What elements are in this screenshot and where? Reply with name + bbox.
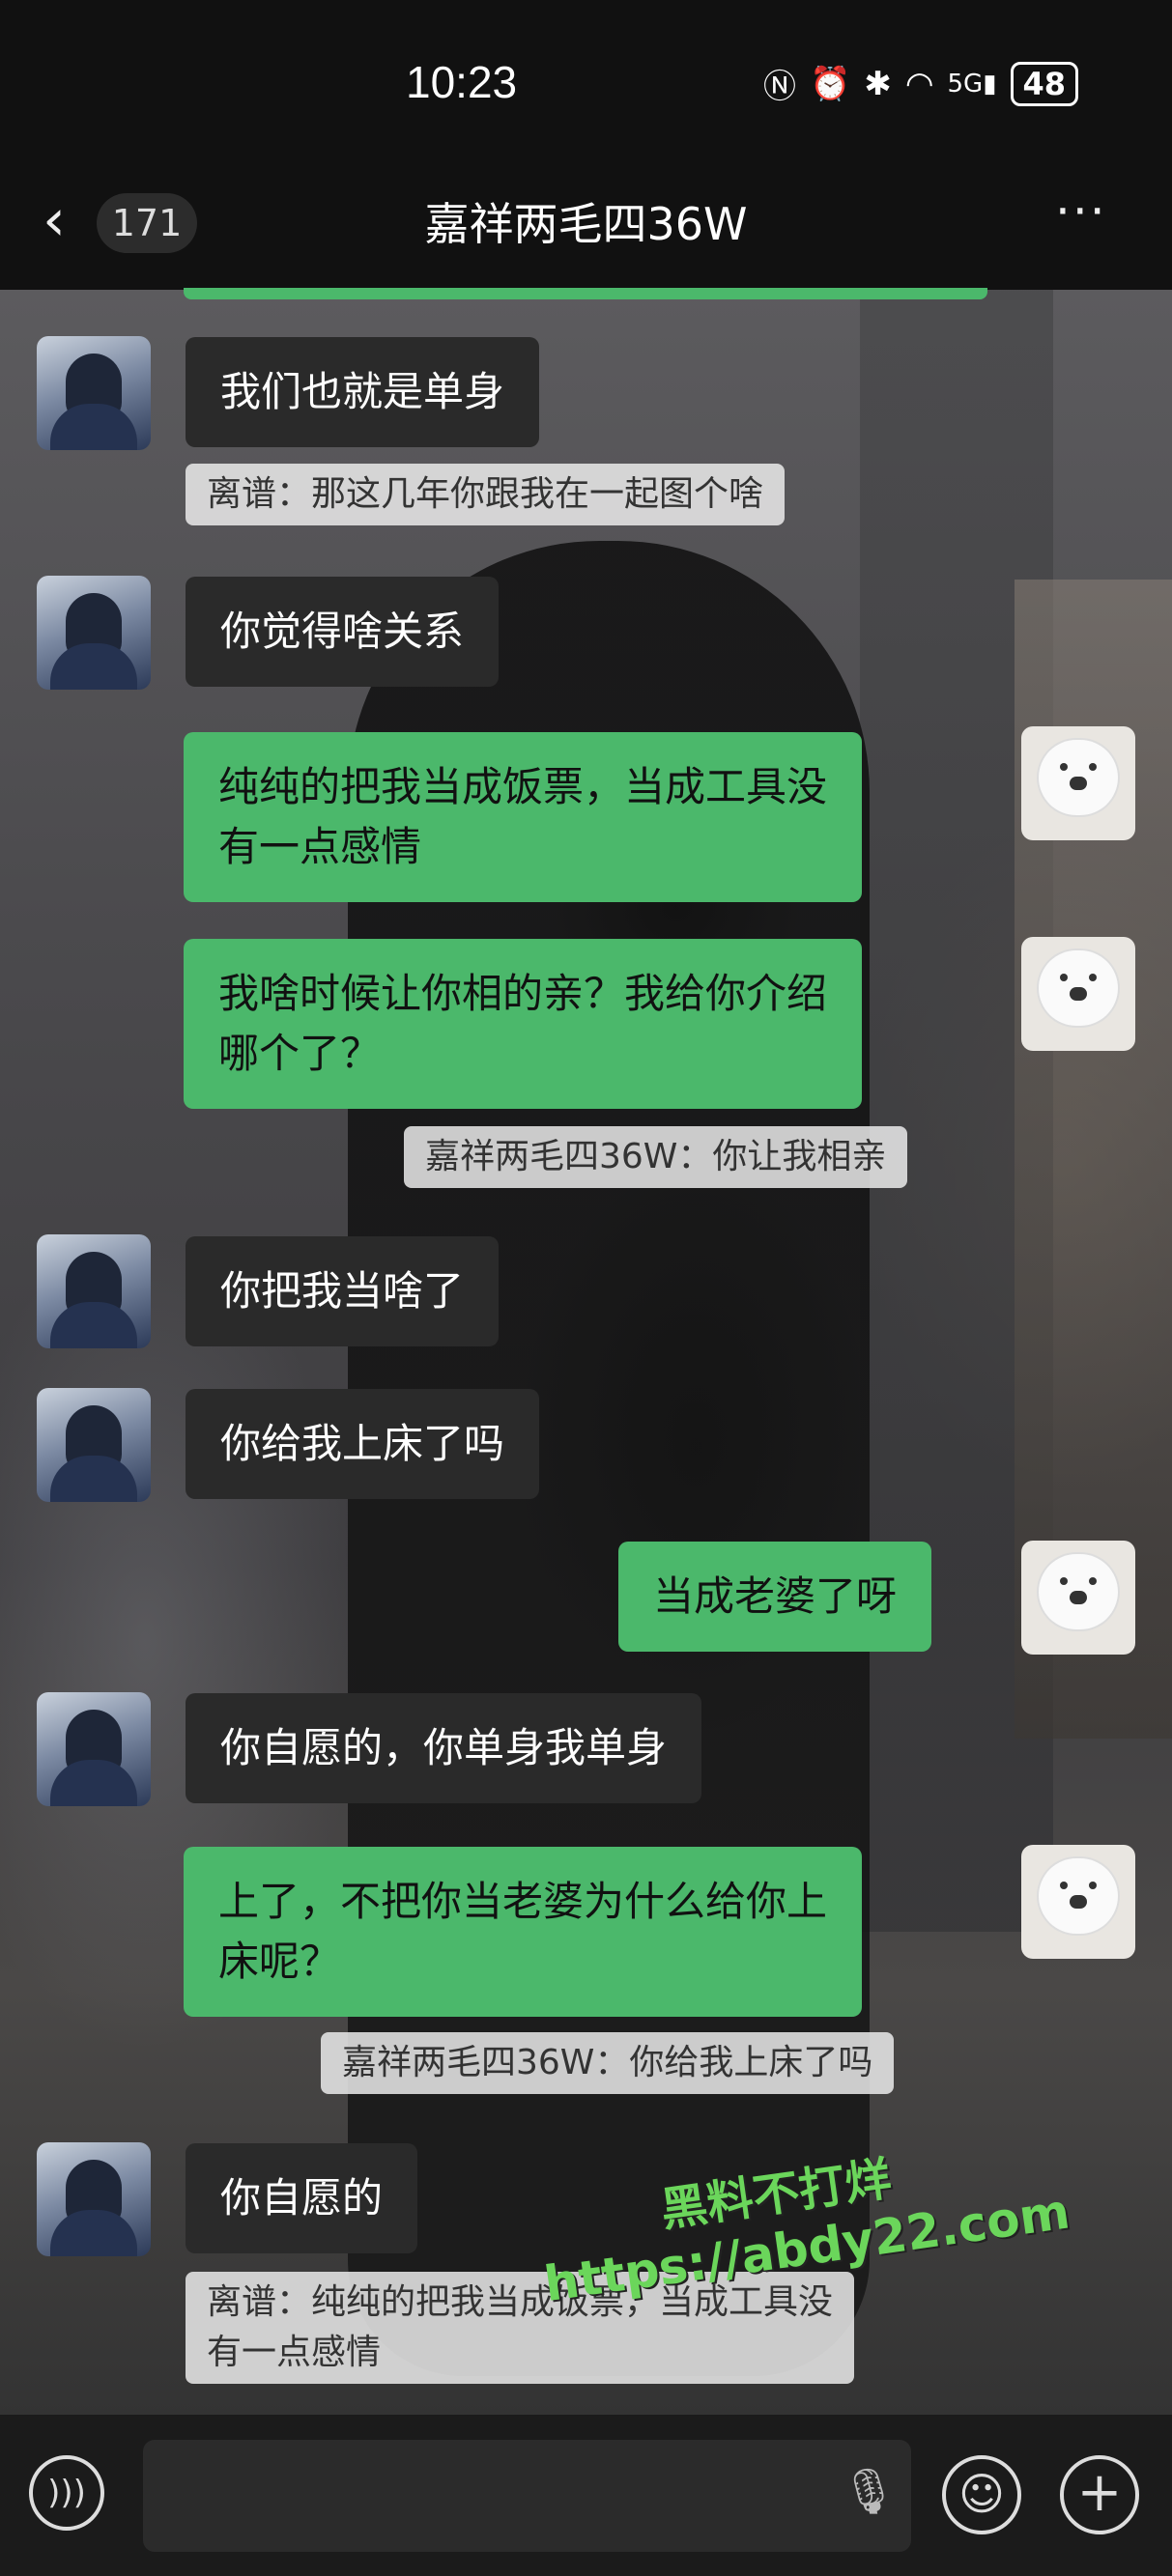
quoted-message[interactable]: 嘉祥两毛四36W：你让我相亲 — [404, 1126, 908, 1188]
my-avatar[interactable] — [1021, 1541, 1135, 1655]
message-bubble-sent[interactable]: 纯纯的把我当成饭票，当成工具没 有一点感情 — [184, 732, 863, 902]
input-bar: ))) 🎙 ☺ + — [0, 2415, 1172, 2576]
message-input[interactable] — [143, 2440, 911, 2552]
message-bubble-received[interactable]: 你自愿的 — [186, 2143, 418, 2253]
alarm-icon: ⏰ — [810, 64, 851, 103]
contact-avatar[interactable] — [37, 1388, 151, 1502]
chat-header: ‹ 171 嘉祥两毛四36W ··· — [0, 164, 1172, 290]
emoji-button[interactable]: ☺ — [942, 2455, 1021, 2534]
microphone-icon[interactable]: 🎙 — [841, 2465, 897, 2518]
message-bubble-received[interactable]: 你自愿的，你单身我单身 — [186, 1693, 702, 1803]
quoted-message[interactable]: 离谱：那这几年你跟我在一起图个啥 — [186, 464, 786, 525]
contact-avatar[interactable] — [37, 2142, 151, 2256]
my-avatar[interactable] — [1021, 1845, 1135, 1959]
battery-indicator: 48 — [1010, 61, 1079, 106]
contact-avatar[interactable] — [37, 1692, 151, 1806]
quoted-message[interactable]: 嘉祥两毛四36W：你给我上床了吗 — [321, 2032, 895, 2094]
contact-avatar[interactable] — [37, 576, 151, 690]
message-bubble-received[interactable]: 你把我当啥了 — [186, 1236, 500, 1346]
more-options-icon[interactable]: ··· — [1055, 184, 1107, 240]
message-bubble-sent[interactable]: 上了，不把你当老婆为什么给你上 床呢？ — [184, 1847, 863, 2017]
chat-title: 嘉祥两毛四36W — [424, 198, 748, 250]
voice-input-button[interactable]: ))) — [29, 2455, 104, 2531]
my-avatar[interactable] — [1021, 726, 1135, 840]
status-bar: 10:23 Ⓝ ⏰ ✱ ◠ 5G▮ 48 — [0, 0, 1172, 164]
message-bubble-sent[interactable]: 当成老婆了呀 — [618, 1542, 932, 1652]
chat-background-photo — [0, 290, 1172, 2415]
wifi-icon: ◠ — [904, 64, 934, 103]
message-bubble-received[interactable]: 你觉得啥关系 — [186, 577, 500, 687]
my-avatar[interactable] — [1021, 937, 1135, 1051]
message-bubble-sent[interactable]: 我啥时候让你相的亲？我给你介绍 哪个了？ — [184, 939, 863, 1109]
message-bubble-received[interactable]: 你给我上床了吗 — [186, 1389, 540, 1499]
bluetooth-icon: ✱ — [864, 64, 892, 103]
quoted-message[interactable]: 离谱：纯纯的把我当成饭票，当成工具没 有一点感情 — [186, 2272, 855, 2384]
contact-avatar[interactable] — [37, 1234, 151, 1348]
nfc-icon: Ⓝ — [763, 68, 796, 106]
previous-message-bubble-edge — [184, 288, 987, 299]
message-bubble-received[interactable]: 我们也就是单身 — [186, 337, 540, 447]
signal-5g-icon: 5G▮ — [947, 69, 997, 99]
status-icons: Ⓝ ⏰ ✱ ◠ 5G▮ 48 — [763, 60, 1079, 107]
more-actions-plus-button[interactable]: + — [1060, 2455, 1139, 2534]
contact-avatar[interactable] — [37, 336, 151, 450]
status-time: 10:23 — [406, 57, 518, 107]
